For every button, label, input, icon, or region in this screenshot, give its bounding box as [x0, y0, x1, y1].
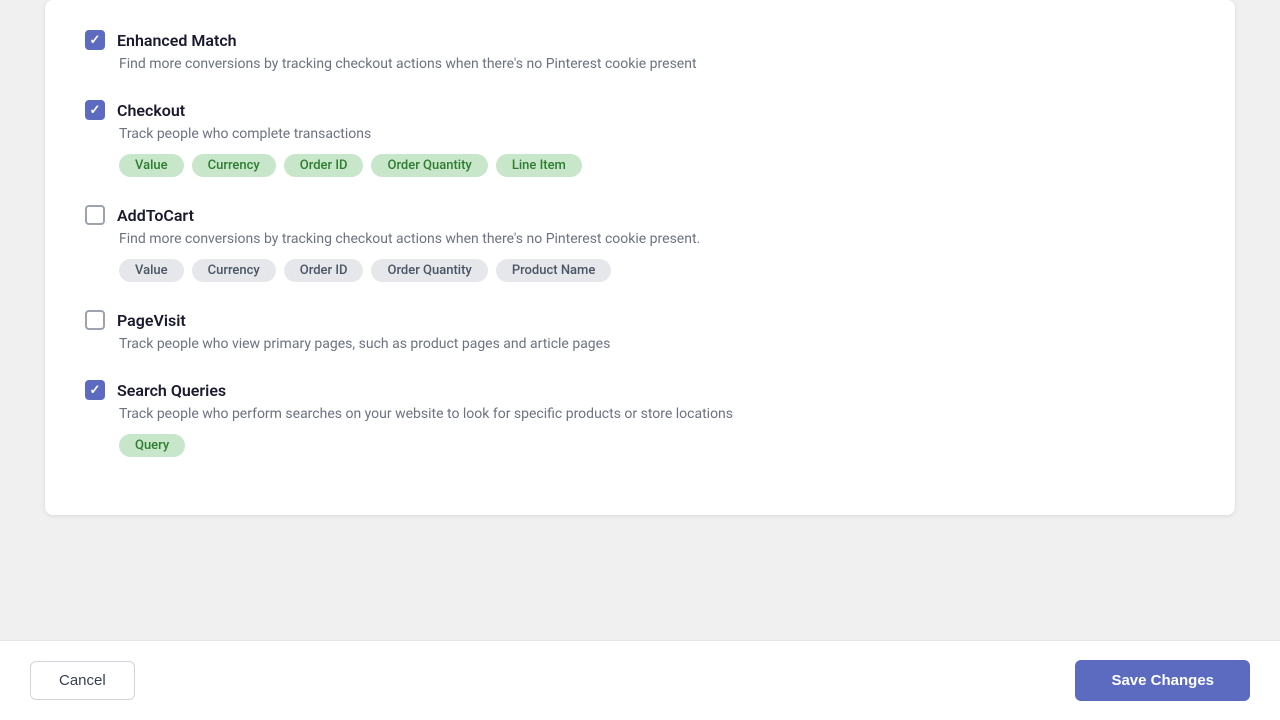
checkmark-icon: ✓ [90, 34, 101, 47]
tag-order-quantity: Order Quantity [371, 154, 487, 177]
setting-description-checkout: Track people who complete transactions [119, 126, 1195, 142]
setting-description-search-queries: Track people who perform searches on you… [119, 406, 1195, 422]
setting-header-search-queries: ✓ Search Queries [85, 380, 1195, 400]
setting-item-checkout: ✓ Checkout Track people who complete trans… [85, 100, 1195, 177]
setting-title-page-visit: PageVisit [117, 311, 186, 330]
tag-product-name: Product Name [496, 259, 612, 282]
checkbox-search-queries[interactable]: ✓ [85, 380, 105, 400]
footer: Cancel Save Changes [0, 640, 1280, 720]
setting-title-search-queries: Search Queries [117, 381, 226, 400]
tag-order-id: Order ID [284, 259, 364, 282]
tags-container-checkout: Value Currency Order ID Order Quantity Line … [119, 154, 1195, 177]
tags-container-add-to-cart: Value Currency Order ID Order Quantity Produ… [119, 259, 1195, 282]
setting-item-search-queries: ✓ Search Queries Track people who perform … [85, 380, 1195, 457]
tag-query: Query [119, 434, 185, 457]
tag-order-quantity: Order Quantity [371, 259, 487, 282]
tag-order-id: Order ID [284, 154, 364, 177]
tags-container-search-queries: Query [119, 434, 1195, 457]
tag-line-item: Line Item [496, 154, 582, 177]
setting-item-enhanced-match: ✓ Enhanced Match Find more conversions by … [85, 30, 1195, 72]
setting-title-checkout: Checkout [117, 101, 185, 120]
setting-header-enhanced-match: ✓ Enhanced Match [85, 30, 1195, 50]
setting-description-page-visit: Track people who view primary pages, suc… [119, 336, 1195, 352]
setting-item-page-visit: PageVisit Track people who view primary p… [85, 310, 1195, 352]
setting-header-add-to-cart: AddToCart [85, 205, 1195, 225]
settings-card: ✓ Enhanced Match Find more conversions by … [45, 0, 1235, 515]
checkmark-icon: ✓ [90, 384, 101, 397]
checkbox-add-to-cart[interactable] [85, 205, 105, 225]
checkbox-checkout[interactable]: ✓ [85, 100, 105, 120]
tag-currency: Currency [192, 259, 276, 282]
tag-value: Value [119, 259, 184, 282]
cancel-button[interactable]: Cancel [30, 661, 135, 700]
checkmark-icon: ✓ [90, 104, 101, 117]
setting-header-checkout: ✓ Checkout [85, 100, 1195, 120]
setting-title-enhanced-match: Enhanced Match [117, 31, 237, 50]
setting-description-add-to-cart: Find more conversions by tracking checko… [119, 231, 1195, 247]
setting-title-add-to-cart: AddToCart [117, 206, 194, 225]
save-changes-button[interactable]: Save Changes [1075, 660, 1250, 701]
setting-item-add-to-cart: AddToCart Find more conversions by tracki… [85, 205, 1195, 282]
tag-currency: Currency [192, 154, 276, 177]
setting-description-enhanced-match: Find more conversions by tracking checko… [119, 56, 1195, 72]
tag-value: Value [119, 154, 184, 177]
setting-header-page-visit: PageVisit [85, 310, 1195, 330]
checkbox-enhanced-match[interactable]: ✓ [85, 30, 105, 50]
checkbox-page-visit[interactable] [85, 310, 105, 330]
